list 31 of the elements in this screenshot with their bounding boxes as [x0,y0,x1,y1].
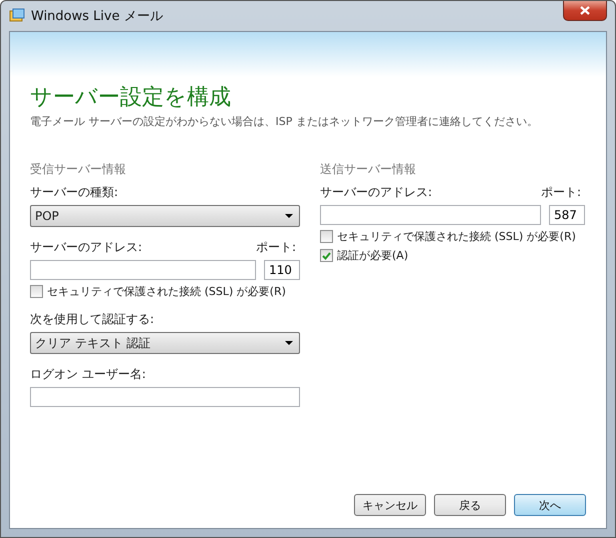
field-label: サーバーのアドレス: [30,239,142,256]
server-type-dropdown[interactable]: POP [30,205,300,227]
app-icon [9,8,25,24]
dialog-button[interactable]: 戻る [434,494,506,516]
dropdown-arrow-icon [285,214,293,218]
username-field[interactable] [30,387,300,407]
server-address-field[interactable] [320,205,541,225]
close-icon [580,6,590,15]
field-label: サーバーの種類: [30,184,120,201]
dialog-button[interactable]: キャンセル [354,494,426,516]
checkbox[interactable]: セキュリティで保護された接続 (SSL) が必要(R) [320,229,585,244]
instruction-text: 電子メール サーバーの設定がわからない場合は、ISP またはネットワーク管理者に連絡してください。 [30,114,539,129]
dropdown-arrow-icon [285,341,293,345]
field-label: サーバーのアドレス: [320,184,432,201]
checkmark-icon [322,252,331,260]
port-field[interactable]: 587 [549,205,585,225]
checkbox[interactable]: 認証が必要(A) [320,248,585,263]
port-field[interactable]: 110 [264,260,300,280]
section-title: 受信サーバー情報 [30,161,127,178]
section-title: 送信サーバー情報 [320,161,417,178]
window-title: Windows Live メール [31,8,163,25]
page-heading: サーバー設定を構成 [30,84,232,112]
field-label: ログオン ユーザー名: [30,366,147,383]
field-label: 次を使用して認証する: [30,311,156,328]
dialog-button[interactable]: 次へ [514,494,586,516]
ssl-checkbox[interactable]: セキュリティで保護された接続 (SSL) が必要(R) [30,284,300,299]
auth-method-dropdown[interactable]: クリア テキスト 認証 [30,332,300,354]
field-label: ポート: [540,184,581,201]
close-button[interactable] [563,1,607,21]
server-address-field[interactable] [30,260,256,280]
field-label: ポート: [256,239,296,256]
